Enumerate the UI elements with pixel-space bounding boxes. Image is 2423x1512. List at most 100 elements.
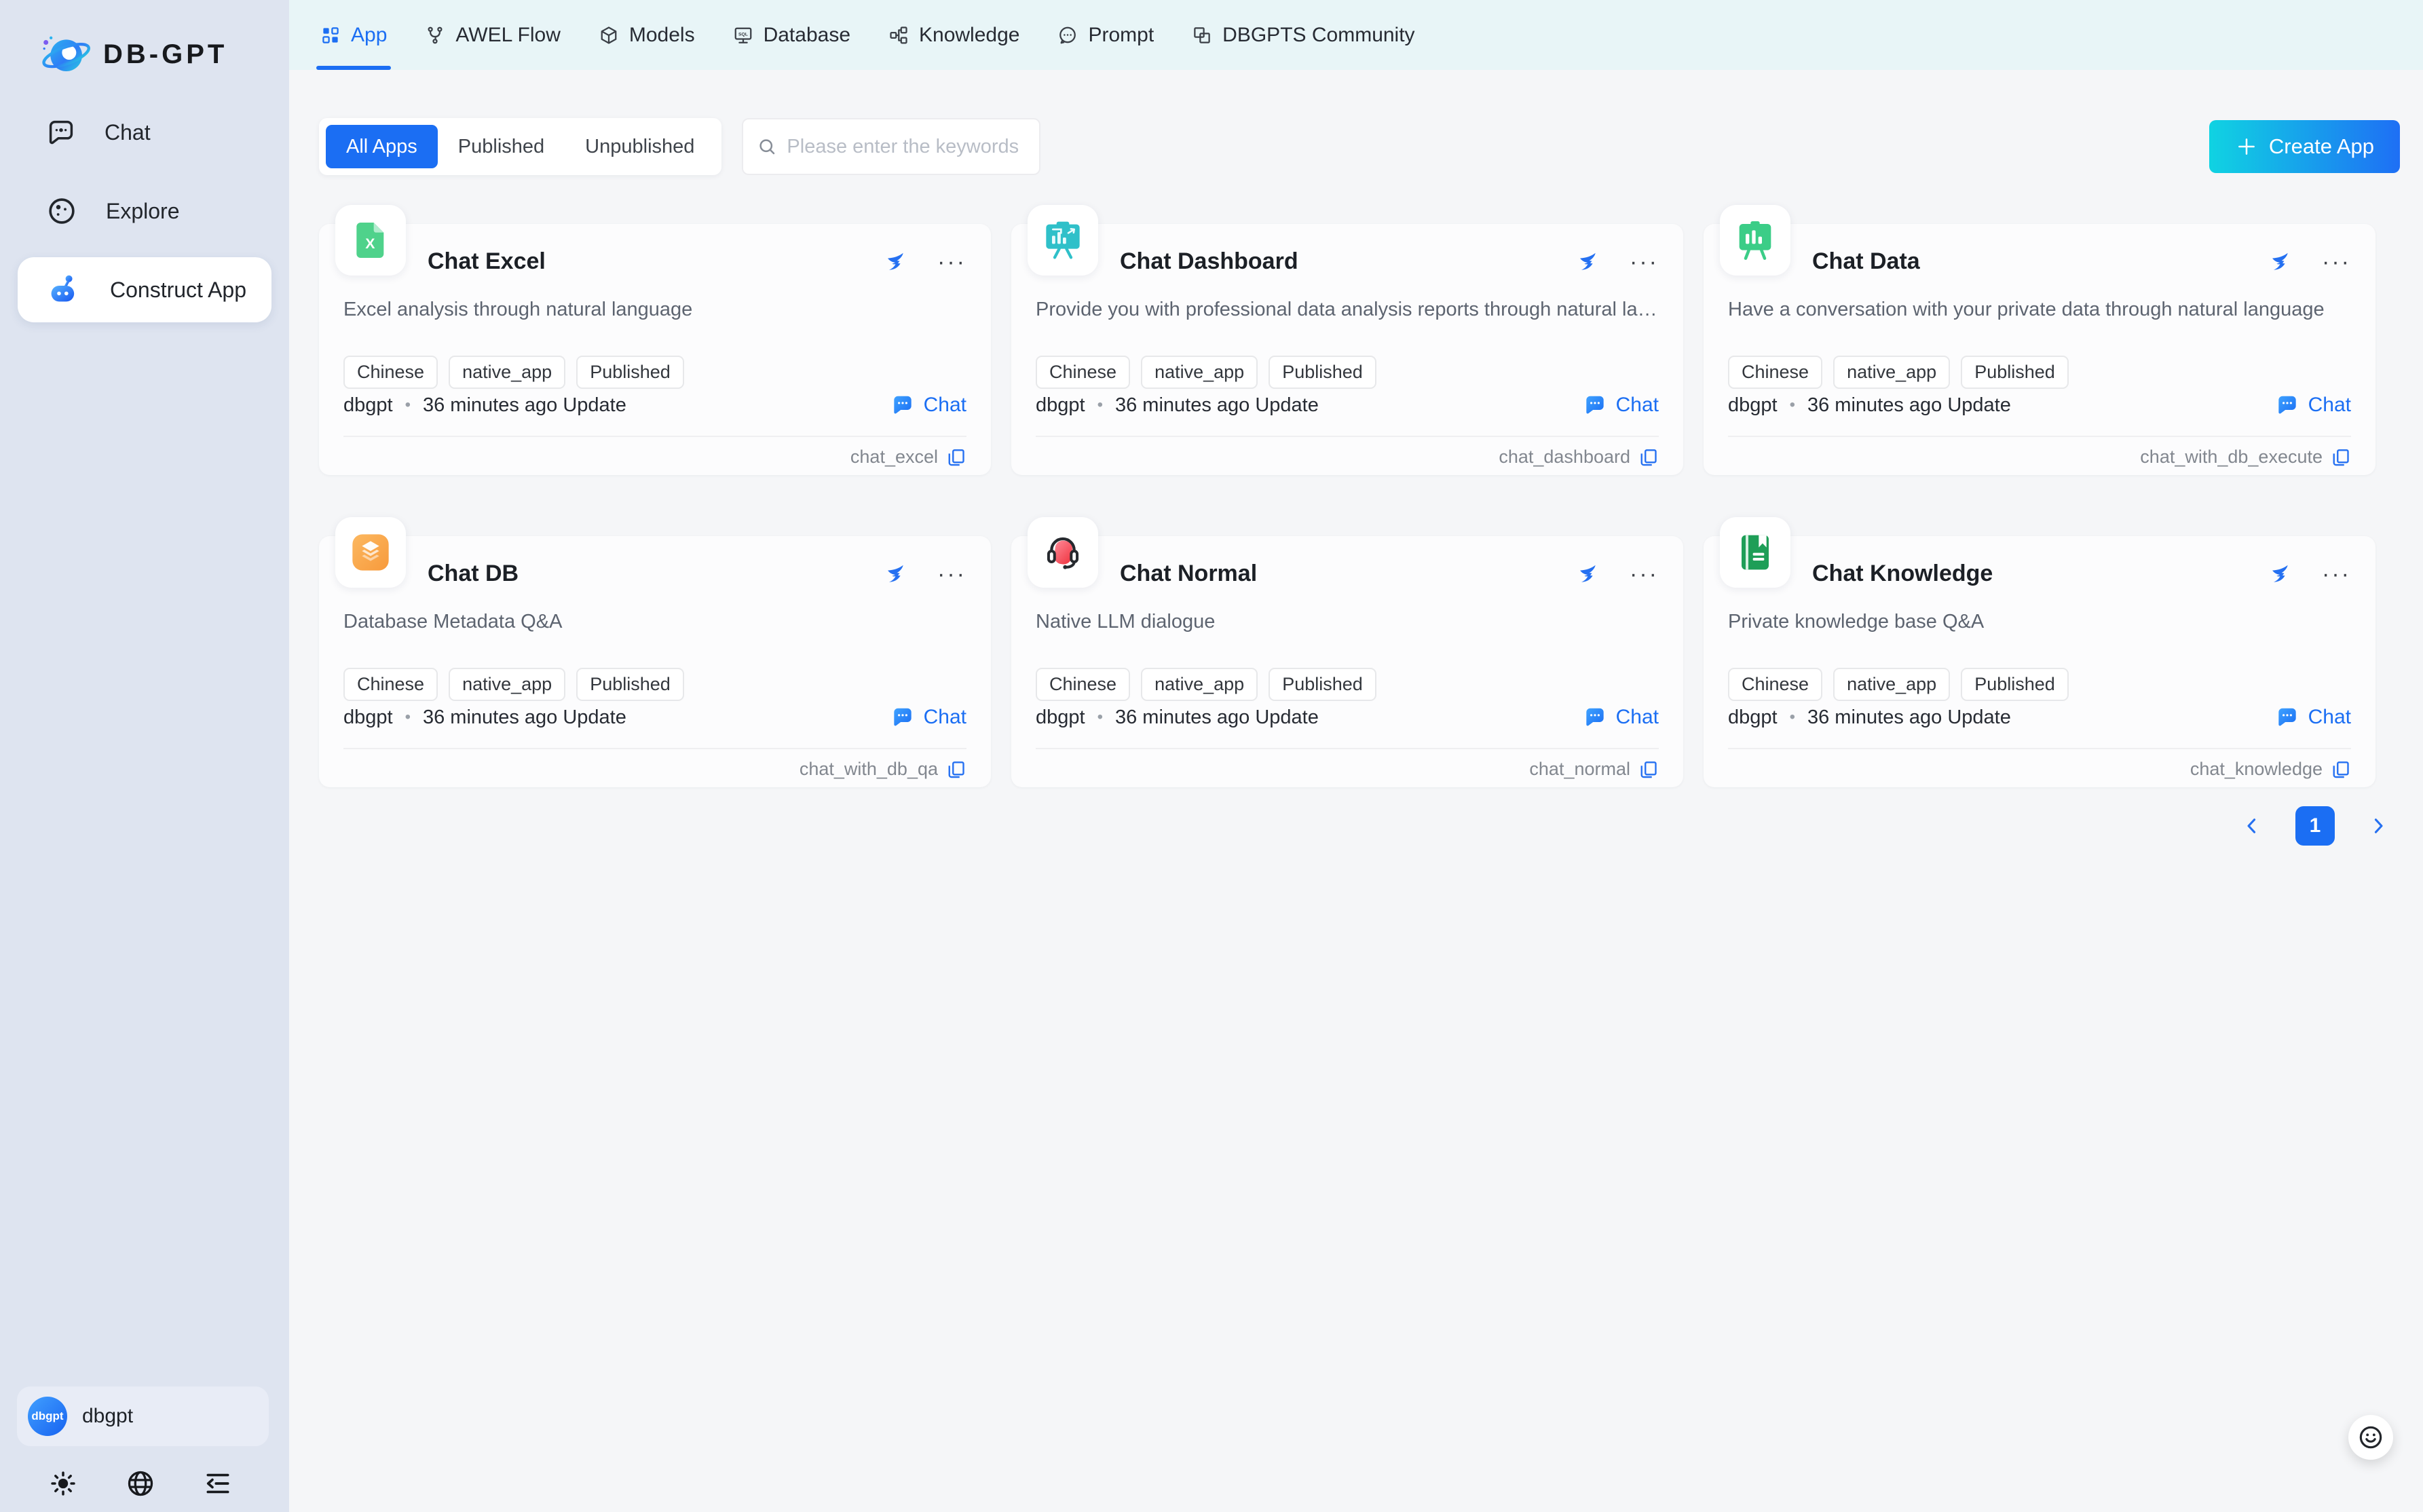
scene-name: chat_knowledge <box>2190 759 2323 780</box>
copy-scene-icon[interactable] <box>1638 447 1659 468</box>
more-menu-button[interactable]: ··· <box>937 567 966 581</box>
tag-pill-published: Published <box>1961 356 2069 389</box>
chat-link[interactable]: Chat <box>890 392 966 418</box>
tab-label: Prompt <box>1088 24 1154 47</box>
copy-scene-icon[interactable] <box>2331 447 2351 468</box>
app-card-chat-excel[interactable]: XChat Excel···Excel analysis through nat… <box>319 224 991 475</box>
copy-scene-icon[interactable] <box>1638 759 1659 780</box>
app-title: Chat Data <box>1812 248 1920 275</box>
theme-sun-button[interactable] <box>44 1464 82 1502</box>
tag-pill-native-app: native_app <box>1141 668 1258 701</box>
search-input[interactable] <box>787 136 1043 158</box>
tab-database[interactable]: SQLDatabase <box>714 0 869 70</box>
more-menu-button[interactable]: ··· <box>2322 255 2351 269</box>
app-title: Chat Dashboard <box>1120 248 1298 275</box>
feedback-smiley-button[interactable] <box>2348 1415 2393 1460</box>
app-description: Database Metadata Q&A <box>343 608 966 635</box>
filter-tab-published[interactable]: Published <box>438 125 565 168</box>
theme-sun-icon <box>49 1469 77 1498</box>
awel-flow-icon <box>425 25 445 45</box>
tab-dbgpts-community[interactable]: DBGPTS Community <box>1173 0 1433 70</box>
card-divider <box>1036 748 1659 749</box>
app-card-chat-dashboard[interactable]: Chat Dashboard ··· Provide you with profes… <box>1011 224 1683 475</box>
update-time: 36 minutes ago Update <box>423 706 626 729</box>
tab-app[interactable]: App <box>301 0 406 70</box>
chat-link[interactable]: Chat <box>2274 392 2351 418</box>
chat-link-bubble-icon <box>1582 704 1608 730</box>
search-icon <box>757 136 777 157</box>
app-icon-tile <box>1720 517 1790 588</box>
sidebar-footer <box>0 1464 281 1502</box>
tag-pill-native-app: native_app <box>1833 668 1950 701</box>
language-globe-button[interactable] <box>121 1464 159 1502</box>
tag-row: Chinesenative_appPublished <box>1728 668 2069 701</box>
tag-pill-chinese: Chinese <box>1036 356 1130 389</box>
filter-tab-unpublished[interactable]: Unpublished <box>565 125 715 168</box>
page-number-1[interactable]: 1 <box>2295 806 2335 846</box>
chat-link[interactable]: Chat <box>890 704 966 730</box>
avatar: dbgpt <box>28 1397 67 1436</box>
owner-name: dbgpt <box>1728 394 1778 417</box>
dashboard-board-icon <box>1041 219 1085 262</box>
filter-tab-all-apps[interactable]: All Apps <box>326 125 438 168</box>
dingtalk-share-icon[interactable] <box>1573 249 1598 275</box>
chat-link-label: Chat <box>924 394 966 417</box>
app-card-chat-data[interactable]: Chat Data···Have a conversation with you… <box>1704 224 2375 475</box>
copy-scene-icon[interactable] <box>946 447 966 468</box>
prev-page-button[interactable] <box>2237 811 2267 841</box>
dingtalk-share-icon[interactable] <box>880 249 906 275</box>
chat-link-bubble-icon <box>890 704 916 730</box>
dingtalk-share-icon[interactable] <box>1573 561 1598 587</box>
app-title: Chat DB <box>428 561 519 587</box>
top-navigation: App AWEL Flow ModelsSQLDatabaseKnowledge Pr… <box>289 0 2423 70</box>
chat-link[interactable]: Chat <box>1582 704 1659 730</box>
sidebar-item-construct-app[interactable]: Construct App <box>18 257 271 322</box>
tag-pill-published: Published <box>1269 356 1376 389</box>
copy-scene-icon[interactable] <box>946 759 966 780</box>
dingtalk-share-icon[interactable] <box>2265 249 2291 275</box>
chat-link-label: Chat <box>1616 394 1659 417</box>
more-menu-button[interactable]: ··· <box>2322 567 2351 581</box>
app-card-chat-db[interactable]: Chat DB···Database Metadata Q&AChinesena… <box>319 536 991 787</box>
tab-label: AWEL Flow <box>455 24 560 47</box>
app-icon-tile <box>1720 205 1790 276</box>
toolbar: All AppsPublishedUnpublished Create App <box>319 117 2400 176</box>
tag-pill-published: Published <box>576 356 684 389</box>
app-description: Provide you with professional data analy… <box>1036 296 1659 323</box>
sidebar-item-chat[interactable]: Chat <box>18 100 271 165</box>
knowledge-book-icon <box>1733 531 1777 574</box>
sidebar-item-explore[interactable]: Explore <box>18 178 271 244</box>
app-card-chat-knowledge[interactable]: Chat Knowledge···Private knowledge base … <box>1704 536 2375 787</box>
tag-pill-chinese: Chinese <box>1036 668 1130 701</box>
more-menu-button[interactable]: ··· <box>1630 567 1659 581</box>
dingtalk-share-icon[interactable] <box>880 561 906 587</box>
app-grid-icon <box>320 25 341 45</box>
card-divider <box>343 436 966 437</box>
update-time: 36 minutes ago Update <box>1115 706 1319 729</box>
create-app-button[interactable]: Create App <box>2209 120 2400 173</box>
chat-link[interactable]: Chat <box>1582 392 1659 418</box>
copy-scene-icon[interactable] <box>2331 759 2351 780</box>
tab-models[interactable]: Models <box>580 0 714 70</box>
dbgpt-app-screen: DB-GPT ChatExploreConstruct App dbgpt db… <box>0 0 2423 1512</box>
update-time: 36 minutes ago Update <box>1115 394 1319 417</box>
app-card-chat-normal[interactable]: Chat Normal···Native LLM dialogueChinese… <box>1011 536 1683 787</box>
chat-link[interactable]: Chat <box>2274 704 2351 730</box>
user-pill[interactable]: dbgpt dbgpt <box>17 1386 269 1446</box>
svg-text:X: X <box>365 235 375 252</box>
tab-prompt[interactable]: Prompt <box>1038 0 1173 70</box>
search-box[interactable] <box>742 118 1040 175</box>
chat-link-bubble-icon <box>890 392 916 418</box>
scene-name: chat_with_db_execute <box>2140 447 2323 468</box>
dingtalk-share-icon[interactable] <box>2265 561 2291 587</box>
next-page-button[interactable] <box>2363 811 2393 841</box>
more-menu-button[interactable]: ··· <box>1630 255 1659 269</box>
app-description: Excel analysis through natural language <box>343 296 966 323</box>
tab-awel-flow[interactable]: AWEL Flow <box>406 0 579 70</box>
collapse-sidebar-button[interactable] <box>199 1464 237 1502</box>
tab-knowledge[interactable]: Knowledge <box>869 0 1038 70</box>
owner-name: dbgpt <box>343 394 393 417</box>
data-easel-icon <box>1733 219 1777 262</box>
more-menu-button[interactable]: ··· <box>937 255 966 269</box>
update-time: 36 minutes ago Update <box>1807 706 2011 729</box>
